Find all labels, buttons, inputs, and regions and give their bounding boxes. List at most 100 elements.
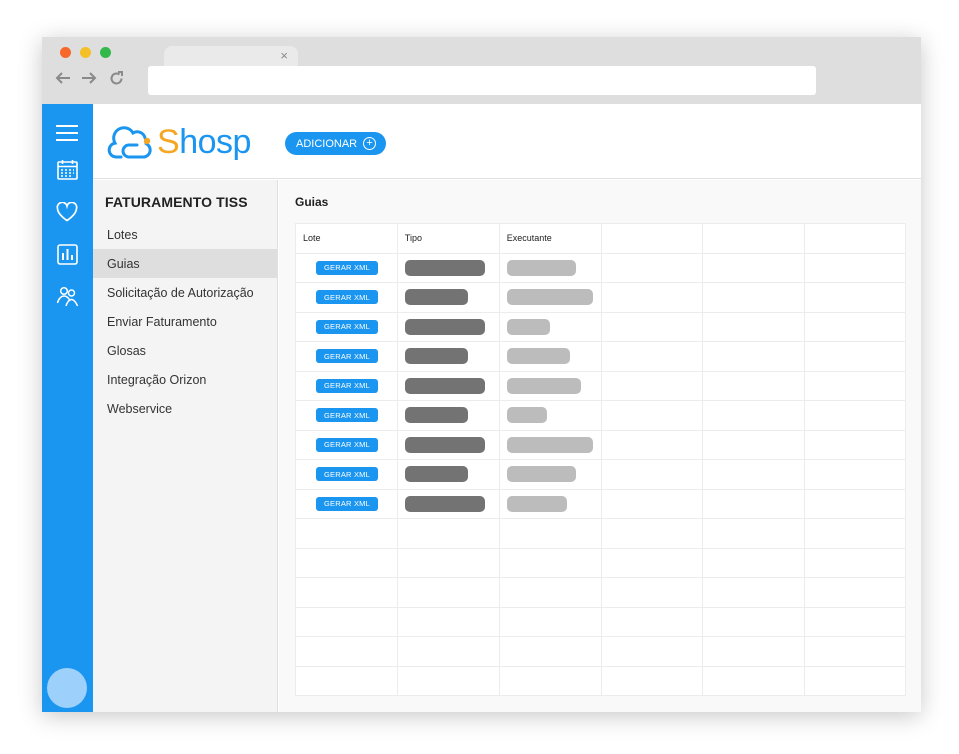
table-cell (803, 547, 906, 578)
table-cell (396, 547, 500, 578)
tipo-placeholder (404, 259, 485, 276)
gerar-xml-button[interactable]: GERAR XML (316, 378, 378, 393)
tab-close-icon[interactable]: × (280, 49, 288, 63)
table-row (295, 606, 906, 637)
icon-sidebar (42, 104, 93, 712)
gerar-xml-button[interactable]: GERAR XML (316, 437, 378, 452)
cloud-logo-icon (107, 126, 152, 159)
table-cell (803, 341, 906, 372)
table-cell (396, 370, 500, 401)
address-bar[interactable] (148, 66, 816, 95)
table-cell (295, 577, 398, 608)
calendar-icon[interactable] (55, 157, 79, 181)
column-header: Lote (295, 223, 398, 254)
guias-table: Lote Tipo Executante GERAR XML GERAR XML GER… (295, 223, 906, 696)
table-cell (803, 429, 906, 460)
close-window-button[interactable] (60, 47, 71, 58)
table-cell (702, 636, 805, 667)
table-cell (702, 282, 805, 313)
gerar-xml-button[interactable]: GERAR XML (316, 290, 378, 305)
bar-chart-icon[interactable] (55, 242, 79, 266)
menu-item-guias[interactable]: Guias (93, 249, 277, 278)
section-menu-title: FATURAMENTO TISS (105, 194, 248, 210)
table-row: GERAR XML (295, 282, 906, 313)
table-cell (600, 665, 704, 696)
table-cell (702, 459, 805, 490)
table-cell (396, 400, 500, 431)
gerar-xml-button[interactable]: GERAR XML (316, 496, 378, 511)
gerar-xml-button[interactable]: GERAR XML (316, 349, 378, 364)
table-cell (600, 459, 704, 490)
table-row: GERAR XML (295, 429, 906, 460)
table-cell (702, 400, 805, 431)
table-row (295, 518, 906, 549)
gerar-xml-button[interactable]: GERAR XML (316, 467, 378, 482)
menu-item-integra-o-orizon[interactable]: Integração Orizon (93, 365, 277, 394)
avatar[interactable] (47, 668, 87, 708)
tipo-placeholder (404, 348, 468, 365)
menu-item-glosas[interactable]: Glosas (93, 336, 277, 365)
column-header (702, 223, 805, 254)
executante-placeholder (506, 318, 550, 335)
table-cell (498, 488, 602, 519)
table-header-row: Lote Tipo Executante (295, 223, 906, 254)
back-arrow-icon[interactable] (55, 70, 71, 90)
table-cell (295, 665, 398, 696)
table-cell (295, 518, 398, 549)
table-cell (803, 311, 906, 342)
table-cell (600, 606, 704, 637)
menu-item-solicita-o-de-autoriza-o[interactable]: Solicitação de Autorização (93, 278, 277, 307)
logo: Shosp (107, 119, 251, 165)
browser-tab[interactable]: × (164, 46, 298, 68)
table-cell (803, 370, 906, 401)
column-header: Tipo (396, 223, 500, 254)
plus-circle-icon: + (363, 137, 377, 150)
table-cell (803, 577, 906, 608)
table-cell: GERAR XML (295, 252, 398, 283)
table-cell (498, 665, 602, 696)
table-cell: GERAR XML (295, 341, 398, 372)
table-cell (396, 488, 500, 519)
add-button[interactable]: ADICIONAR + (285, 132, 387, 155)
menu-item-enviar-faturamento[interactable]: Enviar Faturamento (93, 307, 277, 336)
table-cell (396, 577, 500, 608)
table-cell (803, 665, 906, 696)
table-cell (498, 341, 602, 372)
table-cell (498, 282, 602, 313)
table-cell (600, 636, 704, 667)
executante-placeholder (506, 259, 576, 276)
table-cell (803, 488, 906, 519)
column-header (600, 223, 704, 254)
executante-placeholder (506, 436, 593, 453)
section-menu: FATURAMENTO TISS Lotes Guias Solicitação d… (93, 180, 278, 712)
table-cell (396, 341, 500, 372)
menu-item-lotes[interactable]: Lotes (93, 220, 277, 249)
table-cell (803, 400, 906, 431)
forward-arrow-icon[interactable] (81, 70, 97, 90)
table-cell (498, 547, 602, 578)
table-cell (600, 488, 704, 519)
reload-icon[interactable] (109, 70, 124, 90)
table-cell (498, 518, 602, 549)
team-icon[interactable] (55, 284, 79, 308)
table-cell (600, 341, 704, 372)
executante-placeholder (506, 466, 576, 483)
table-cell (396, 636, 500, 667)
gerar-xml-button[interactable]: GERAR XML (316, 319, 378, 334)
table-cell (803, 282, 906, 313)
heart-icon[interactable] (55, 200, 79, 224)
table-row (295, 636, 906, 667)
menu-icon[interactable] (55, 121, 79, 145)
gerar-xml-button[interactable]: GERAR XML (316, 408, 378, 423)
minimize-window-button[interactable] (80, 47, 91, 58)
tipo-placeholder (404, 495, 485, 512)
table-cell (803, 606, 906, 637)
table-cell (498, 577, 602, 608)
table-cell: GERAR XML (295, 429, 398, 460)
maximize-window-button[interactable] (100, 47, 111, 58)
table-row: GERAR XML (295, 459, 906, 490)
gerar-xml-button[interactable]: GERAR XML (316, 260, 378, 275)
table-cell (600, 547, 704, 578)
executante-placeholder (506, 495, 567, 512)
menu-item-webservice[interactable]: Webservice (93, 394, 277, 423)
